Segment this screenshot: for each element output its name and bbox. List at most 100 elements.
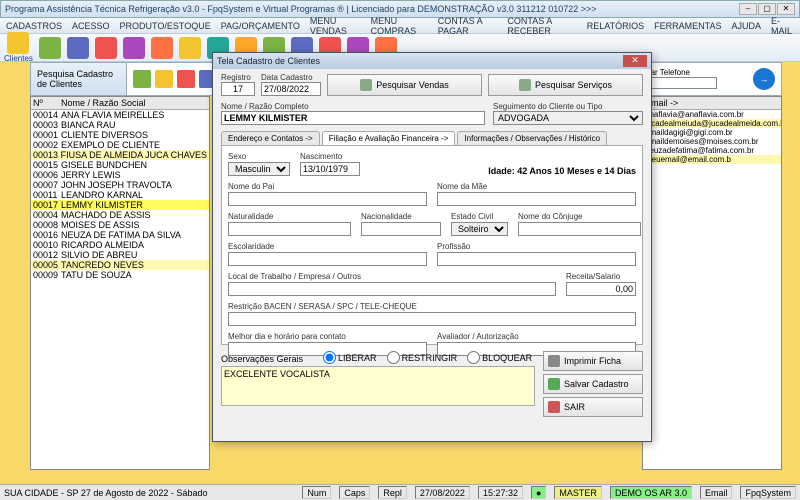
status-time: 15:27:32 xyxy=(478,486,523,499)
tool-icon[interactable] xyxy=(95,37,117,59)
client-table: NºNome / Razão Social 00014ANA FLAVIA ME… xyxy=(30,96,210,470)
nacionalidade-input[interactable] xyxy=(361,222,441,236)
delete-icon[interactable] xyxy=(177,70,195,88)
trabalho-label: Local de Trabalho / Empresa / Outros xyxy=(228,272,556,281)
close-icon[interactable]: ✕ xyxy=(777,3,795,15)
menu-receber[interactable]: CONTAS A RECEBER xyxy=(507,16,576,36)
email-row[interactable]: neuzadefatima@fatima.com.br xyxy=(643,146,781,155)
table-row[interactable]: 00015GISELE BUNDCHEN xyxy=(31,160,209,170)
data-cadastro-label: Data Cadastro xyxy=(261,73,321,82)
status-date: 27/08/2022 xyxy=(415,486,470,499)
search-go-icon[interactable]: → xyxy=(753,68,775,90)
menu-pagar[interactable]: CONTAS A PAGAR xyxy=(438,16,498,36)
clientes-icon[interactable] xyxy=(7,32,29,54)
naturalidade-input[interactable] xyxy=(228,222,351,236)
pai-input[interactable] xyxy=(228,192,427,206)
tab-filiacao[interactable]: Filiação e Avaliação Financeira -> xyxy=(322,131,456,145)
tab-informacoes[interactable]: Informações / Observações / Histórico xyxy=(457,131,607,145)
profissao-input[interactable] xyxy=(437,252,636,266)
minimize-icon[interactable]: – xyxy=(739,3,757,15)
conjuge-input[interactable] xyxy=(518,222,641,236)
status-led: ● xyxy=(531,486,546,499)
email-row[interactable]: emaildagigi@gigi.com.br xyxy=(643,128,781,137)
sexo-select[interactable]: Masculino xyxy=(228,162,290,176)
idade-text: Idade: 42 Anos 10 Meses e 14 Dias xyxy=(488,166,636,176)
escolaridade-label: Escolaridade xyxy=(228,242,427,251)
data-cadastro-input[interactable] xyxy=(261,82,321,96)
add-icon[interactable] xyxy=(133,70,151,88)
status-email: Email xyxy=(700,486,733,499)
tool-icon[interactable] xyxy=(39,37,61,59)
cadastro-dialog: Tela Cadastro de Clientes ✕ Registro Dat… xyxy=(212,52,652,442)
estadocivil-select[interactable]: Solteiro xyxy=(451,222,508,236)
tab-endereco[interactable]: Endereço e Contatos -> xyxy=(221,131,320,145)
tool-icon[interactable] xyxy=(179,37,201,59)
menu-ferramentas[interactable]: FERRAMENTAS xyxy=(654,21,721,31)
menu-acesso[interactable]: ACESSO xyxy=(72,21,110,31)
salvar-button[interactable]: Salvar Cadastro xyxy=(543,374,643,394)
menu-compras[interactable]: MENU COMPRAS xyxy=(371,16,428,36)
status-demo: DEMO OS AR 3.0 xyxy=(610,486,692,499)
email-row[interactable]: jucadealmeiuda@jucadealmeida.com.br xyxy=(643,119,781,128)
nascimento-input[interactable] xyxy=(300,162,360,176)
table-row[interactable]: 00008MOISES DE ASSIS xyxy=(31,220,209,230)
table-row[interactable]: 00012SILVIO DE ABREU xyxy=(31,250,209,260)
sair-button[interactable]: SAIR xyxy=(543,397,643,417)
table-row[interactable]: 00017LEMMY KILMISTER xyxy=(31,200,209,210)
table-row[interactable]: 00002EXEMPLO DE CLIENTE xyxy=(31,140,209,150)
table-row[interactable]: 00007JOHN JOSEPH TRAVOLTA xyxy=(31,180,209,190)
pai-label: Nome do Pai xyxy=(228,182,427,191)
table-row[interactable]: 00005TANCREDO NEVES xyxy=(31,260,209,270)
exit-icon xyxy=(548,401,560,413)
menu-pag[interactable]: PAG/ORÇAMENTO xyxy=(221,21,300,31)
escolaridade-input[interactable] xyxy=(228,252,427,266)
col-nome: Nome / Razão Social xyxy=(61,98,146,108)
tool-icon[interactable] xyxy=(67,37,89,59)
table-row[interactable]: 00009TATU DE SOUZA xyxy=(31,270,209,280)
table-row[interactable]: 00016NEUZA DE FATIMA DA SILVA xyxy=(31,230,209,240)
radio-bloquear[interactable]: BLOQUEAR xyxy=(467,351,532,364)
table-row[interactable]: 00001CLIENTE DIVERSOS xyxy=(31,130,209,140)
nascimento-label: Nascimento xyxy=(300,152,360,161)
status-caps: Caps xyxy=(339,486,370,499)
table-row[interactable]: 00004MACHADO DE ASSIS xyxy=(31,210,209,220)
status-fpq: FpqSystem xyxy=(740,486,796,499)
edit-icon[interactable] xyxy=(155,70,173,88)
menu-email[interactable]: E-MAIL xyxy=(771,16,794,36)
email-row[interactable]: emaildemoises@moises.com.br xyxy=(643,137,781,146)
tool-icon[interactable] xyxy=(123,37,145,59)
table-row[interactable]: 00003BIANCA RAU xyxy=(31,120,209,130)
menu-relatorios[interactable]: RELATÓRIOS xyxy=(587,21,644,31)
radio-restringir[interactable]: RESTRINGIR xyxy=(387,351,458,364)
registro-label: Registro xyxy=(221,73,255,82)
menu-cadastros[interactable]: CADASTROS xyxy=(6,21,62,31)
table-row[interactable]: 00006JERRY LEWIS xyxy=(31,170,209,180)
menu-vendas[interactable]: MENU VENDAS xyxy=(310,16,361,36)
email-row[interactable]: meuemail@email.com.b xyxy=(643,155,781,164)
tool-icon[interactable] xyxy=(151,37,173,59)
nome-input[interactable] xyxy=(221,111,485,125)
menu-produto[interactable]: PRODUTO/ESTOQUE xyxy=(120,21,211,31)
imprimir-button[interactable]: Imprimir Ficha xyxy=(543,351,643,371)
table-row[interactable]: 00010RICARDO ALMEIDA xyxy=(31,240,209,250)
pesquisar-servicos-button[interactable]: Pesquisar Serviços xyxy=(488,74,643,96)
maximize-icon[interactable]: ▢ xyxy=(758,3,776,15)
mae-input[interactable] xyxy=(437,192,636,206)
table-row[interactable]: 00014ANA FLAVIA MEIRELLES xyxy=(31,110,209,120)
restricao-input[interactable] xyxy=(228,312,636,326)
seguimento-select[interactable]: ADVOGADA xyxy=(493,111,643,125)
dialog-close-icon[interactable]: ✕ xyxy=(623,55,647,67)
salario-input[interactable] xyxy=(566,282,636,296)
registro-input[interactable] xyxy=(221,82,255,96)
email-row[interactable]: anaflavia@anaflavia.com.br xyxy=(643,110,781,119)
obs-textarea[interactable]: EXCELENTE VOCALISTA xyxy=(221,366,535,406)
menu-ajuda[interactable]: AJUDA xyxy=(731,21,761,31)
search-icon xyxy=(519,79,531,91)
table-row[interactable]: 00011LEANDRO KARNAL xyxy=(31,190,209,200)
table-row[interactable]: 00013FIUSA DE ALMEIDA JUCA CHAVES xyxy=(31,150,209,160)
avaliador-label: Avaliador / Autorização xyxy=(437,332,636,341)
email-head: Email -> xyxy=(643,97,781,110)
radio-liberar[interactable]: LIBERAR xyxy=(323,351,377,364)
trabalho-input[interactable] xyxy=(228,282,556,296)
pesquisar-vendas-button[interactable]: Pesquisar Vendas xyxy=(327,74,482,96)
